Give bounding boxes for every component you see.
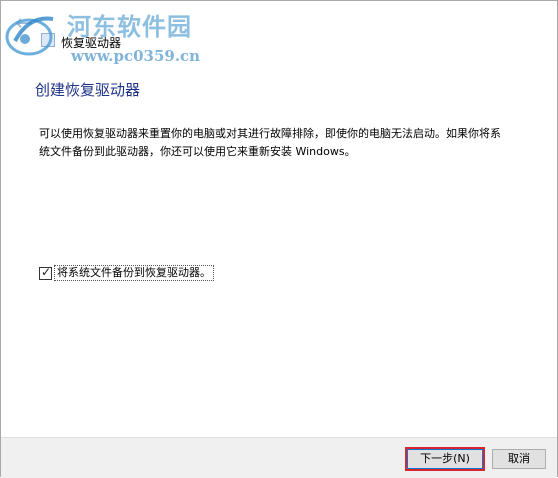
- backup-system-files-option[interactable]: ✓ 将系统文件备份到恢复驱动器。: [39, 265, 214, 281]
- watermark-name: 河东软件园: [67, 12, 192, 41]
- backup-system-files-label[interactable]: 将系统文件备份到恢复驱动器。: [54, 265, 214, 281]
- next-button[interactable]: 下一步(N): [407, 449, 483, 469]
- recovery-drive-wizard: ← 恢复驱动器 河东软件园 www.pc0359.cn 创建恢复驱动器 可以使用…: [0, 0, 558, 478]
- checkmark-icon: ✓: [41, 264, 52, 279]
- watermark-url: www.pc0359.cn: [71, 47, 201, 65]
- backup-system-files-checkbox[interactable]: ✓: [39, 264, 52, 280]
- cancel-button[interactable]: 取消: [492, 449, 546, 469]
- watermark-logo-icon: [5, 16, 54, 56]
- title-bar: ← 恢复驱动器 河东软件园 www.pc0359.cn: [1, 1, 557, 65]
- button-bar: 下一步(N) 取消: [1, 437, 557, 478]
- page-heading: 创建恢复驱动器: [35, 81, 141, 99]
- description-text: 可以使用恢复驱动器来重置你的电脑或对其进行故障排除，即使你的电脑无法启动。如果你…: [39, 127, 501, 158]
